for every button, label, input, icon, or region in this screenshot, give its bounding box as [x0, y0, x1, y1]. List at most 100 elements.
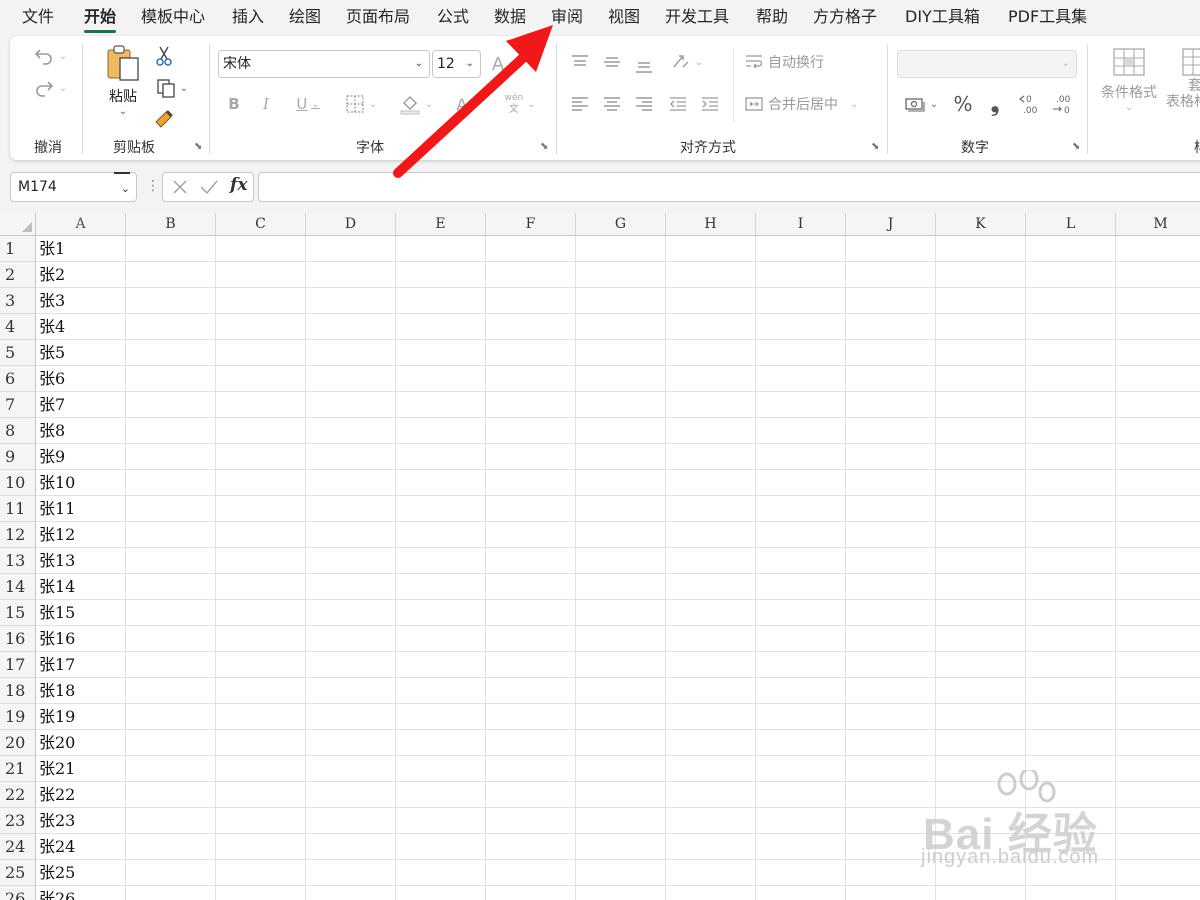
cell-i[interactable] [756, 314, 846, 340]
cell-m[interactable] [1116, 470, 1200, 496]
row-header[interactable]: 10 [0, 470, 36, 496]
row-header[interactable]: 16 [0, 626, 36, 652]
cell-i[interactable] [756, 444, 846, 470]
row-header[interactable]: 19 [0, 704, 36, 730]
cell-j[interactable] [846, 704, 936, 730]
column-header-e[interactable]: E [396, 213, 486, 236]
cell-f[interactable] [486, 782, 576, 808]
cell-c[interactable] [216, 860, 306, 886]
undo-button[interactable]: ⌄ [28, 44, 72, 68]
cell-c[interactable] [216, 496, 306, 522]
row-header[interactable]: 13 [0, 548, 36, 574]
cell-l[interactable] [1026, 548, 1116, 574]
cell-j[interactable] [846, 522, 936, 548]
cell-a[interactable]: 张9 [36, 444, 126, 470]
cell-d[interactable] [306, 704, 396, 730]
cell-c[interactable] [216, 366, 306, 392]
cell-a[interactable]: 张7 [36, 392, 126, 418]
cell-c[interactable] [216, 756, 306, 782]
cell-m[interactable] [1116, 288, 1200, 314]
cell-c[interactable] [216, 678, 306, 704]
tab-draw[interactable]: 绘图 [289, 6, 321, 28]
cell-k[interactable] [936, 314, 1026, 340]
cell-e[interactable] [396, 678, 486, 704]
cell-a[interactable]: 张5 [36, 340, 126, 366]
cell-m[interactable] [1116, 418, 1200, 444]
tab-file[interactable]: 文件 [22, 6, 54, 28]
cell-d[interactable] [306, 678, 396, 704]
cell-f[interactable] [486, 470, 576, 496]
cell-g[interactable] [576, 314, 666, 340]
row-header[interactable]: 1 [0, 236, 36, 262]
cell-j[interactable] [846, 678, 936, 704]
cell-a[interactable]: 张19 [36, 704, 126, 730]
cell-k[interactable] [936, 340, 1026, 366]
cell-f[interactable] [486, 366, 576, 392]
cell-k[interactable] [936, 886, 1026, 900]
cell-j[interactable] [846, 548, 936, 574]
cell-a[interactable]: 张12 [36, 522, 126, 548]
cell-h[interactable] [666, 444, 756, 470]
cell-l[interactable] [1026, 652, 1116, 678]
cell-j[interactable] [846, 418, 936, 444]
cell-k[interactable] [936, 288, 1026, 314]
cell-l[interactable] [1026, 704, 1116, 730]
cell-f[interactable] [486, 392, 576, 418]
cell-i[interactable] [756, 730, 846, 756]
cell-l[interactable] [1026, 236, 1116, 262]
cell-f[interactable] [486, 314, 576, 340]
dialog-launcher-icon[interactable]: ⬊ [540, 141, 548, 152]
paste-button[interactable]: 粘贴 ⌄ [98, 44, 148, 124]
dialog-launcher-icon[interactable]: ⬊ [194, 141, 202, 152]
row-header[interactable]: 11 [0, 496, 36, 522]
cell-a[interactable]: 张10 [36, 470, 126, 496]
row-header[interactable]: 4 [0, 314, 36, 340]
tab-review[interactable]: 审阅 [551, 6, 583, 28]
cell-b[interactable] [126, 522, 216, 548]
increase-indent-button[interactable] [697, 92, 723, 116]
cell-d[interactable] [306, 444, 396, 470]
cell-h[interactable] [666, 678, 756, 704]
column-header-a[interactable]: A [36, 213, 126, 236]
cell-f[interactable] [486, 262, 576, 288]
cell-i[interactable] [756, 392, 846, 418]
cell-a[interactable]: 张1 [36, 236, 126, 262]
cell-k[interactable] [936, 704, 1026, 730]
row-header[interactable]: 3 [0, 288, 36, 314]
cell-b[interactable] [126, 652, 216, 678]
cell-l[interactable] [1026, 470, 1116, 496]
orientation-button[interactable]: ⌄ [665, 50, 709, 74]
cell-l[interactable] [1026, 730, 1116, 756]
cell-e[interactable] [396, 314, 486, 340]
tab-insert[interactable]: 插入 [232, 6, 264, 28]
cell-g[interactable] [576, 340, 666, 366]
cell-g[interactable] [576, 470, 666, 496]
column-header-i[interactable]: I [756, 213, 846, 236]
cell-c[interactable] [216, 418, 306, 444]
cell-h[interactable] [666, 392, 756, 418]
cell-g[interactable] [576, 756, 666, 782]
cell-c[interactable] [216, 652, 306, 678]
cell-g[interactable] [576, 444, 666, 470]
cell-c[interactable] [216, 262, 306, 288]
cell-g[interactable] [576, 574, 666, 600]
cell-b[interactable] [126, 574, 216, 600]
cell-h[interactable] [666, 470, 756, 496]
row-header[interactable]: 17 [0, 652, 36, 678]
row-header[interactable]: 21 [0, 756, 36, 782]
cell-m[interactable] [1116, 626, 1200, 652]
format-as-table-button[interactable]: 套 表格格 [1166, 46, 1200, 122]
cell-i[interactable] [756, 678, 846, 704]
cell-k[interactable] [936, 522, 1026, 548]
cell-i[interactable] [756, 652, 846, 678]
cell-m[interactable] [1116, 444, 1200, 470]
cell-i[interactable] [756, 340, 846, 366]
percent-style-button[interactable]: % [950, 92, 976, 116]
cell-f[interactable] [486, 444, 576, 470]
cell-a[interactable]: 张18 [36, 678, 126, 704]
cell-f[interactable] [486, 756, 576, 782]
cell-i[interactable] [756, 626, 846, 652]
cell-h[interactable] [666, 574, 756, 600]
cell-d[interactable] [306, 808, 396, 834]
cell-f[interactable] [486, 574, 576, 600]
